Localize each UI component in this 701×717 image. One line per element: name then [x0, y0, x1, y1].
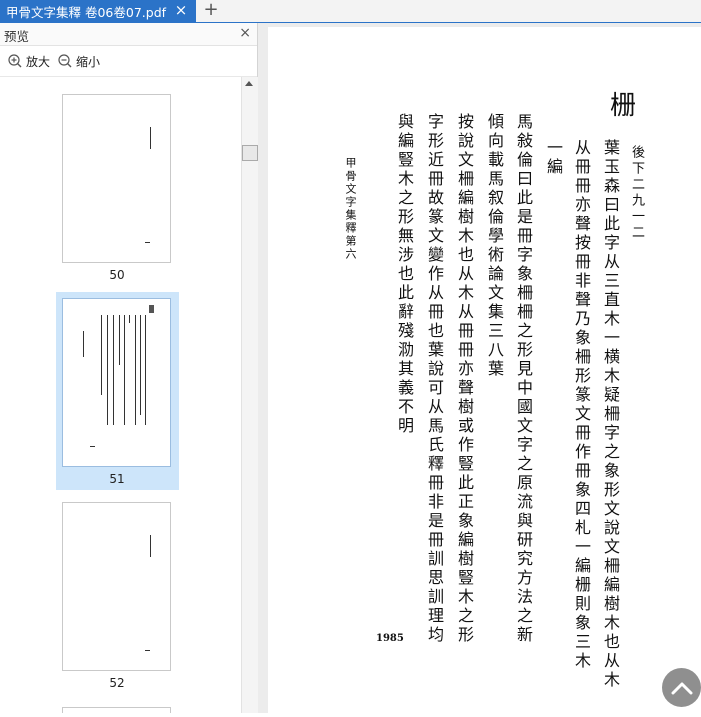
text-column: 按說文柵編樹木也从木从冊冊亦聲樹或作豎此正象編樹豎木之形	[455, 113, 474, 645]
tab-title: 甲骨文字集釋 卷06卷07.pdf	[6, 4, 167, 20]
back-to-top-button[interactable]	[662, 668, 701, 707]
thumbnail-label-52: 52	[109, 676, 125, 690]
thumb-text-mark	[113, 315, 114, 425]
scroll-up-icon[interactable]	[245, 81, 253, 86]
thumb-text-mark	[119, 315, 120, 365]
thumb-text-mark	[135, 315, 136, 425]
zoom-in-button[interactable]: 放大	[8, 52, 50, 70]
thumb-text-mark	[129, 315, 130, 323]
panel-title: 预览	[4, 29, 30, 44]
thumb-text-mark	[150, 127, 151, 149]
page-thumbnail-50[interactable]	[62, 94, 171, 263]
thumb-text-mark	[140, 315, 141, 415]
page-thumbnail-51[interactable]	[62, 298, 171, 467]
scroll-thumb[interactable]	[242, 145, 258, 161]
zoom-out-icon	[58, 54, 72, 68]
zoom-out-label: 缩小	[76, 54, 101, 69]
preview-panel: 预览 × 放大 缩小 50 51 52	[0, 23, 258, 713]
back-to-top-icon	[671, 682, 692, 694]
thumb-page-mark	[145, 650, 150, 651]
thumb-page-mark	[145, 242, 150, 243]
page-thumbnail-next[interactable]	[62, 707, 171, 713]
thumbnail-scrollbar[interactable]	[241, 77, 258, 713]
thumb-glyph-mark	[149, 305, 154, 313]
tab-close-icon[interactable]: ×	[173, 2, 189, 18]
page-thumbnail-52[interactable]	[62, 502, 171, 671]
thumb-page-mark	[90, 446, 95, 447]
thumb-text-mark	[101, 315, 102, 395]
thumb-text-mark	[107, 315, 108, 425]
text-column: 从冊冊亦聲按冊非聲乃象柵形篆文冊作冊象四札一編栅則象三木	[572, 139, 591, 671]
text-column-source: 後下二九一二	[629, 145, 644, 241]
thumbnail-label-50: 50	[109, 268, 125, 282]
zoom-in-label: 放大	[26, 54, 51, 69]
thumb-text-mark	[150, 535, 151, 557]
text-column: 葉玉森曰此字从三直木一横木疑柵字之象形文說文柵編樹木也从木	[601, 139, 620, 690]
text-column: 與編豎木之形無涉也此辭殘泐其義不明	[395, 113, 414, 436]
panel-header: 预览 ×	[0, 23, 257, 46]
text-column: 字形近冊故篆文變作从冊也葉說可从馬氏釋冊非是冊訓思訓理均	[425, 113, 444, 645]
zoom-out-button[interactable]: 缩小	[58, 52, 100, 70]
text-column: 馬敍倫曰此是冊字象柵柵之形見中國文字之原流與研究方法之新	[514, 113, 533, 645]
pdf-page: 甲骨文字集釋第六 栅 後下二九一二 葉玉森曰此字从三直木一横木疑柵字之象形文說文…	[268, 27, 701, 717]
head-character: 栅	[610, 91, 637, 121]
add-tab-icon[interactable]: +	[201, 0, 221, 22]
running-title: 甲骨文字集釋第六	[344, 157, 357, 261]
thumbnail-label-51: 51	[109, 472, 125, 486]
document-tab[interactable]: 甲骨文字集釋 卷06卷07.pdf ×	[0, 0, 196, 22]
thumbnail-list: 50 51 52	[0, 77, 241, 713]
panel-close-icon[interactable]: ×	[239, 25, 251, 41]
document-view[interactable]: 甲骨文字集釋第六 栅 後下二九一二 葉玉森曰此字从三直木一横木疑柵字之象形文說文…	[258, 23, 701, 717]
thumb-text-mark	[124, 315, 125, 425]
thumb-text-mark	[83, 331, 84, 357]
zoom-in-icon	[8, 54, 22, 68]
page-number: 1985	[376, 633, 404, 644]
zoom-toolbar: 放大 缩小	[0, 46, 257, 77]
tab-bar: 甲骨文字集釋 卷06卷07.pdf × +	[0, 0, 701, 23]
text-column: 傾向載馬叙倫學術論文集三八葉	[485, 113, 504, 379]
text-column: 一編	[544, 139, 563, 177]
thumb-text-mark	[145, 315, 146, 425]
